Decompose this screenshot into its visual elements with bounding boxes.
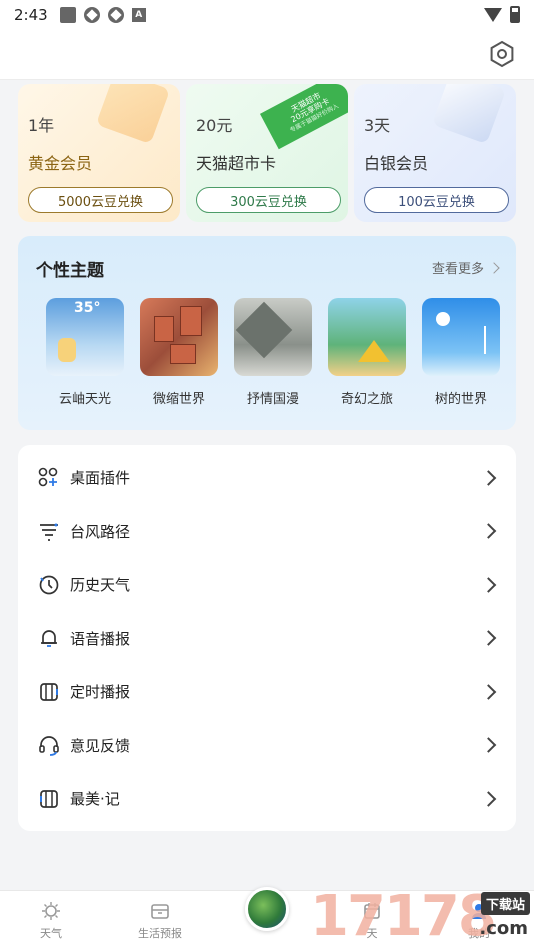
menu-label: 定时播报 xyxy=(70,683,131,702)
status-time: 2:43 xyxy=(14,6,48,24)
theme-item[interactable]: 奇幻之旅 xyxy=(328,298,406,407)
timer-icon xyxy=(40,682,58,701)
chevron-right-icon xyxy=(480,630,497,647)
building-block xyxy=(170,344,196,364)
chevron-right-icon xyxy=(480,523,497,540)
widget-icon xyxy=(38,467,58,487)
nav-label: 生活预报 xyxy=(138,927,182,940)
theme-item[interactable]: 35° 云岫天光 xyxy=(46,298,124,407)
watermark-sub: .com xyxy=(479,918,528,939)
sun-shape xyxy=(436,312,450,326)
menu-item-best-record[interactable]: 最美·记 xyxy=(18,772,516,826)
chevron-right-icon xyxy=(480,790,497,807)
menu-label: 语音播报 xyxy=(70,629,131,648)
membership-name: 天猫超市卡 xyxy=(196,154,277,173)
settings-hexagon-icon[interactable] xyxy=(488,40,516,68)
theme-label: 云岫天光 xyxy=(58,392,111,407)
theme-item[interactable]: 微缩世界 xyxy=(140,298,218,407)
theme-item[interactable]: 树的世界 xyxy=(422,298,500,407)
chevron-right-icon xyxy=(480,576,497,593)
building-block xyxy=(154,316,174,342)
notification-app-icon-2 xyxy=(107,7,124,23)
menu-item-scheduled-broadcast[interactable]: 定时播报 xyxy=(18,665,516,719)
menu-item-typhoon-path[interactable]: 台风路径 xyxy=(18,505,516,559)
chevron-right-icon xyxy=(488,261,500,274)
nav-tab-weather[interactable]: 天气 xyxy=(40,901,62,941)
theme-label: 抒情国漫 xyxy=(246,392,299,407)
theme-label: 奇幻之旅 xyxy=(340,392,393,407)
membership-exchange-row: 1年 黄金会员 5000云豆兑换 天猫超市 20元享购卡 专属于猫猫好价购入 2… xyxy=(18,84,516,222)
menu-label: 历史天气 xyxy=(70,576,131,595)
themes-more-link[interactable]: 查看更多 xyxy=(431,258,500,277)
sun-icon xyxy=(42,902,60,920)
membership-card-gold[interactable]: 1年 黄金会员 5000云豆兑换 xyxy=(18,84,180,222)
nav-label: 天气 xyxy=(40,927,62,940)
menu-label: 桌面插件 xyxy=(70,469,131,488)
notification-square-icon xyxy=(59,7,76,23)
theme-thumbnail xyxy=(140,298,218,376)
notification-a-icon: A xyxy=(131,8,146,22)
box-icon xyxy=(151,904,169,919)
radar-globe-icon[interactable] xyxy=(245,887,289,931)
menu-item-feedback[interactable]: 意见反馈 xyxy=(18,719,516,773)
membership-card-tmall[interactable]: 天猫超市 20元享购卡 专属于猫猫好价购入 20元 天猫超市卡 300云豆兑换 xyxy=(186,84,348,222)
membership-name: 黄金会员 xyxy=(28,154,93,173)
watermark-tag: 下载站 xyxy=(480,892,530,915)
wind-turbine-shape xyxy=(484,326,486,354)
theme-temperature: 35° xyxy=(74,300,101,316)
exchange-button[interactable]: 100云豆兑换 xyxy=(364,187,509,213)
wifi-icon xyxy=(484,7,502,22)
theme-thumbnail xyxy=(234,298,312,376)
headset-icon xyxy=(39,736,59,757)
battery-icon xyxy=(510,6,520,23)
theme-item[interactable]: 抒情国漫 xyxy=(234,298,312,407)
character-figure xyxy=(58,338,76,362)
themes-list: 35° 云岫天光 微缩世界 抒情国漫 奇幻之旅 树的世界 xyxy=(46,298,516,407)
status-system-icons xyxy=(484,6,520,23)
chevron-right-icon xyxy=(480,737,497,754)
membership-name: 白银会员 xyxy=(364,154,429,173)
themes-more-label: 查看更多 xyxy=(431,262,484,277)
feature-menu: 桌面插件 台风路径 历史天气 语音播报 定时播报 意见反馈 最美·记 xyxy=(18,445,516,831)
mountain-shape xyxy=(235,301,293,359)
themes-title: 个性主题 xyxy=(36,261,104,281)
status-notification-icons: A xyxy=(59,7,146,23)
themes-panel: 个性主题 查看更多 35° 云岫天光 微缩世界 抒情国漫 奇幻之旅 树的世界 xyxy=(18,236,516,430)
menu-label: 最美·记 xyxy=(70,790,120,809)
menu-item-history-weather[interactable]: 历史天气 xyxy=(18,558,516,612)
menu-label: 台风路径 xyxy=(70,522,131,541)
exchange-button[interactable]: 300云豆兑换 xyxy=(196,187,341,213)
typhoon-icon xyxy=(40,523,58,542)
nav-tab-life-forecast[interactable]: 生活预报 xyxy=(138,901,182,941)
theme-label: 微缩世界 xyxy=(152,392,205,407)
exchange-button[interactable]: 5000云豆兑换 xyxy=(28,187,173,213)
status-bar: 2:43 A xyxy=(0,0,534,30)
menu-item-voice-broadcast[interactable]: 语音播报 xyxy=(18,612,516,666)
journal-icon xyxy=(40,789,58,808)
membership-card-silver[interactable]: 3天 白银会员 100云豆兑换 xyxy=(354,84,516,222)
chevron-right-icon xyxy=(480,469,497,486)
tent-shape xyxy=(358,340,390,362)
menu-item-desktop-widget[interactable]: 桌面插件 xyxy=(18,451,516,505)
chevron-right-icon xyxy=(480,683,497,700)
notification-app-icon xyxy=(83,7,100,23)
menu-label: 意见反馈 xyxy=(70,736,131,755)
theme-thumbnail xyxy=(422,298,500,376)
promo-ribbon: 天猫超市 20元享购卡 专属于猫猫好价购入 xyxy=(259,84,348,150)
theme-label: 树的世界 xyxy=(434,392,487,407)
bell-icon xyxy=(41,630,57,648)
theme-thumbnail: 35° xyxy=(46,298,124,376)
page-header xyxy=(0,30,534,80)
theme-thumbnail xyxy=(328,298,406,376)
building-block xyxy=(180,306,202,336)
watermark-text: 17178 xyxy=(310,884,497,949)
history-clock-icon xyxy=(39,575,59,595)
